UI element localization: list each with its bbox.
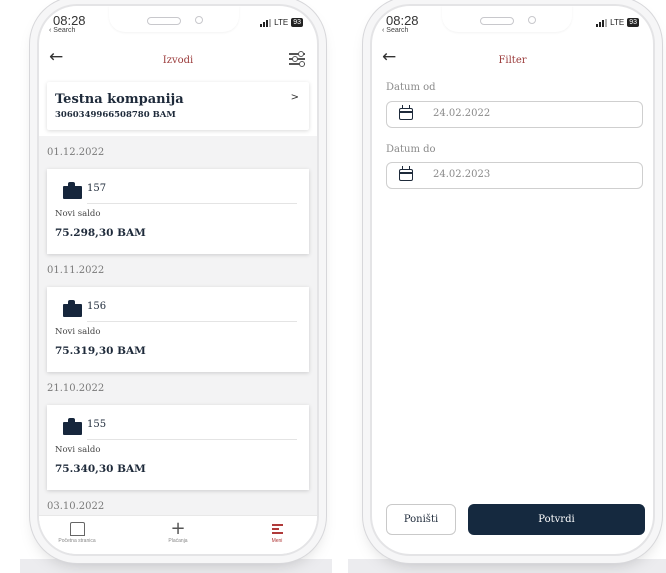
battery-icon: 93 (627, 18, 639, 27)
date-from-label: Datum od (386, 82, 436, 93)
status-time: 08:28 (53, 13, 86, 28)
home-icon (69, 522, 85, 536)
back-to-search[interactable]: ‹ Search (49, 27, 75, 34)
tab-home[interactable]: Početna stranica (47, 520, 107, 544)
tab-label: Plaćanja (168, 538, 188, 544)
reset-button[interactable]: Poništi (386, 504, 456, 535)
top-navbar: ← Izvodi (39, 44, 317, 78)
phone-side-button (319, 150, 322, 208)
page-title: Filter (498, 55, 527, 66)
date-from-field[interactable]: 24.02.2022 (386, 101, 643, 128)
statement-card[interactable]: 156 Novi saldo 75.319,30 BAM (47, 287, 309, 372)
statement-card[interactable]: 155 Novi saldo 75.340,30 BAM (47, 405, 309, 490)
company-name: Testna kompanija (55, 92, 184, 107)
date-header: 01.12.2022 (47, 147, 105, 158)
page-title: Izvodi (162, 55, 194, 66)
date-to-field[interactable]: 24.02.2023 (386, 162, 643, 189)
top-navbar: ← Filter (372, 44, 653, 78)
divider (87, 439, 297, 440)
phone-filter: 08:28 ‹ Search LTE 93 ← Filter Datum od … (372, 6, 653, 554)
status-indicators: LTE 93 (596, 18, 639, 27)
network-label: LTE (274, 18, 289, 27)
statement-number: 156 (87, 301, 107, 312)
signal-icon (260, 18, 272, 27)
bottom-tabbar: Početna stranica + Plaćanja Meni (39, 515, 317, 554)
floor-shadow (348, 559, 666, 573)
briefcase-icon (63, 418, 82, 435)
balance-amount: 75.319,30 BAM (55, 345, 146, 357)
briefcase-icon (63, 300, 82, 317)
date-header: 03.10.2022 (47, 501, 105, 512)
calendar-icon (399, 105, 413, 120)
statement-card[interactable]: 157 Novi saldo 75.298,30 BAM (47, 169, 309, 254)
balance-label: Novi saldo (55, 445, 101, 455)
battery-icon: 93 (291, 18, 303, 27)
statement-list[interactable]: 01.12.2022 157 Novi saldo 75.298,30 BAM … (39, 136, 317, 516)
statement-number: 155 (87, 419, 107, 430)
tab-menu[interactable]: Meni (247, 520, 307, 544)
date-header: 01.11.2022 (47, 265, 105, 276)
confirm-button[interactable]: Potvrdi (468, 504, 645, 535)
calendar-icon (399, 166, 413, 181)
date-to-label: Datum do (386, 144, 436, 155)
phone-notch (109, 6, 239, 32)
floor-shadow (20, 559, 332, 573)
chevron-right-icon: > (290, 92, 299, 103)
network-label: LTE (610, 18, 625, 27)
balance-amount: 75.298,30 BAM (55, 227, 146, 239)
phone-side-button (660, 150, 663, 208)
balance-label: Novi saldo (55, 209, 101, 219)
status-indicators: LTE 93 (260, 18, 303, 27)
date-to-value: 24.02.2023 (433, 169, 491, 180)
sliders-icon[interactable] (289, 51, 305, 67)
status-time: 08:28 (386, 13, 419, 28)
date-header: 21.10.2022 (47, 383, 105, 394)
balance-label: Novi saldo (55, 327, 101, 337)
company-card[interactable]: Testna kompanija 3060349966508780 BAM > (47, 82, 309, 130)
tab-payments[interactable]: + Plaćanja (148, 518, 208, 545)
tab-label: Početna stranica (58, 538, 96, 544)
briefcase-icon (63, 182, 82, 199)
date-from-value: 24.02.2022 (433, 108, 491, 119)
signal-icon (596, 18, 608, 27)
divider (87, 203, 297, 204)
tab-label: Meni (271, 538, 283, 544)
balance-amount: 75.340,30 BAM (55, 463, 146, 475)
statement-number: 157 (87, 183, 107, 194)
back-to-search[interactable]: ‹ Search (382, 27, 408, 34)
menu-icon (271, 522, 283, 536)
divider (87, 321, 297, 322)
phone-notch (442, 6, 572, 32)
phone-statements: 08:28 ‹ Search LTE 93 ← Izvodi Testna ko… (39, 6, 317, 554)
plus-icon: + (170, 518, 186, 539)
company-account: 3060349966508780 BAM (55, 110, 176, 120)
